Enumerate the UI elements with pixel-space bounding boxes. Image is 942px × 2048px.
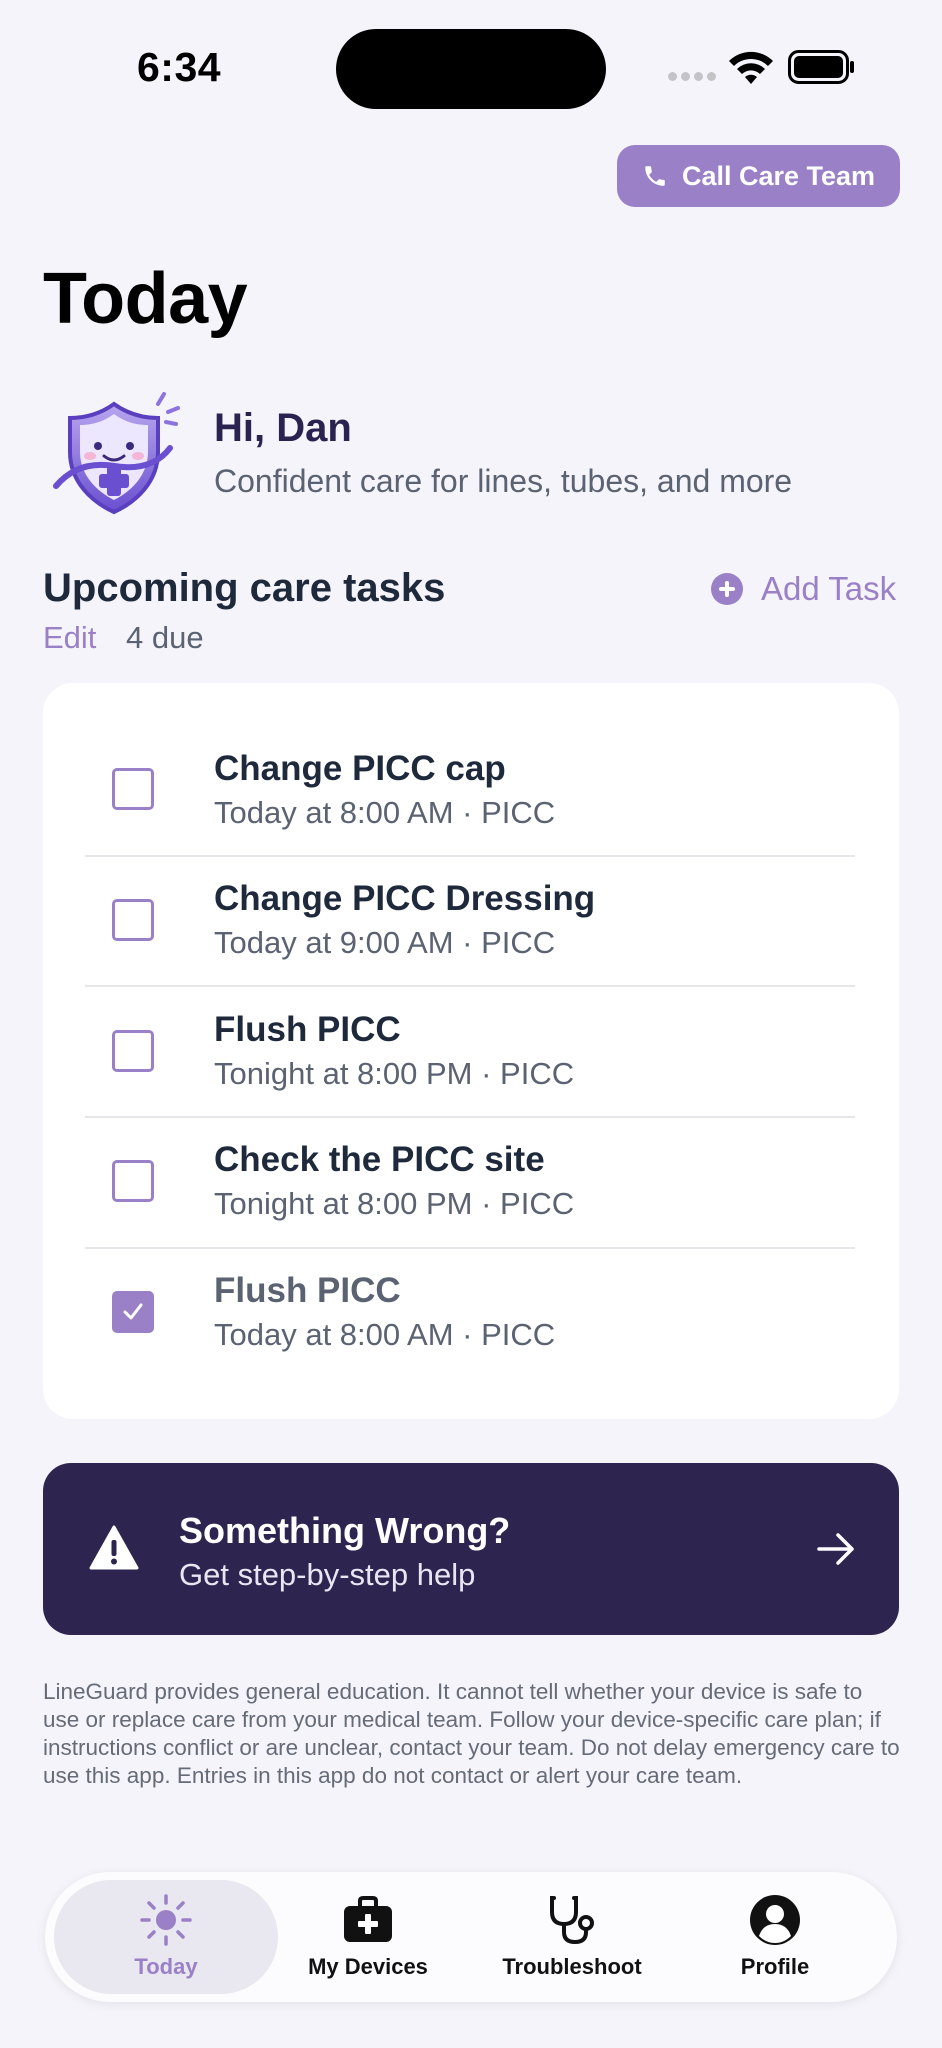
task-subtitle: Today at 9:00 AM · PICC	[214, 925, 556, 960]
call-care-team-label: Call Care Team	[681, 160, 876, 191]
due-count: 4 due	[126, 620, 204, 655]
dynamic-island	[336, 29, 606, 109]
something-wrong-banner[interactable]: Something Wrong? Get step-by-step help	[43, 1463, 899, 1635]
task-title[interactable]: Change PICC cap	[214, 749, 506, 789]
task-list: Change PICC cap Today at 8:00 AM · PICC …	[43, 683, 899, 1419]
task-subtitle: Tonight at 8:00 PM · PICC	[214, 1056, 575, 1091]
task-subtitle: Today at 8:00 AM · PICC	[214, 795, 556, 830]
tab-my-devices[interactable]: My Devices	[268, 1872, 468, 2002]
divider	[85, 855, 855, 857]
sun-icon	[140, 1894, 192, 1946]
cellular-signal-icon	[668, 72, 716, 81]
person-circle-icon	[750, 1895, 800, 1945]
wifi-icon	[729, 51, 773, 84]
task-title[interactable]: Change PICC Dressing	[214, 879, 595, 919]
tab-label: Troubleshoot	[502, 1954, 642, 1979]
greeting-subtitle: Confident care for lines, tubes, and mor…	[214, 463, 793, 499]
task-checkbox-checked[interactable]	[112, 1291, 154, 1333]
tab-today[interactable]: Today	[66, 1872, 266, 2002]
divider	[85, 1116, 855, 1118]
add-task-button[interactable]: Add Task	[711, 570, 896, 608]
task-checkbox[interactable]	[112, 1030, 154, 1072]
shield-mascot-logo	[53, 392, 180, 515]
warning-icon	[89, 1525, 139, 1570]
greeting-title: Hi, Dan	[214, 406, 352, 450]
page-title: Today	[43, 259, 248, 339]
divider	[85, 1247, 855, 1249]
task-checkbox[interactable]	[112, 1160, 154, 1202]
task-checkbox[interactable]	[112, 768, 154, 810]
help-banner-subtitle: Get step-by-step help	[179, 1557, 476, 1592]
arrow-right-icon	[817, 1533, 854, 1565]
tab-profile[interactable]: Profile	[675, 1872, 875, 2002]
divider	[85, 985, 855, 987]
task-subtitle: Today at 8:00 AM · PICC	[214, 1317, 556, 1352]
tab-label: Profile	[740, 1954, 810, 1979]
tab-label: My Devices	[308, 1954, 428, 1979]
help-banner-title: Something Wrong?	[179, 1510, 511, 1551]
add-task-label: Add Task	[761, 570, 897, 607]
tasks-section-title: Upcoming care tasks	[43, 566, 446, 610]
battery-icon	[788, 50, 854, 84]
call-care-team-button[interactable]: Call Care Team	[617, 145, 900, 207]
task-subtitle: Tonight at 8:00 PM · PICC	[214, 1186, 575, 1221]
task-checkbox[interactable]	[112, 899, 154, 941]
plus-circle-icon	[711, 573, 743, 605]
disclaimer-text: LineGuard provides general education. It…	[43, 1679, 900, 1788]
tab-bar: Today My Devices Troubleshoot Profile	[45, 1872, 897, 2002]
tab-troubleshoot[interactable]: Troubleshoot	[472, 1872, 672, 2002]
stethoscope-icon	[550, 1896, 594, 1945]
task-title[interactable]: Check the PICC site	[214, 1140, 545, 1180]
task-title[interactable]: Flush PICC	[214, 1271, 401, 1311]
task-title[interactable]: Flush PICC	[214, 1010, 401, 1050]
tab-label: Today	[134, 1954, 198, 1979]
today-screen: 6:34 Call Care Team Today Hi, Dan Confid…	[0, 0, 942, 2048]
phone-icon	[645, 166, 665, 186]
edit-tasks-button[interactable]: Edit	[43, 620, 96, 656]
medical-kit-icon	[344, 1896, 392, 1942]
checkmark-icon	[123, 1303, 143, 1320]
status-time: 6:34	[137, 44, 222, 90]
